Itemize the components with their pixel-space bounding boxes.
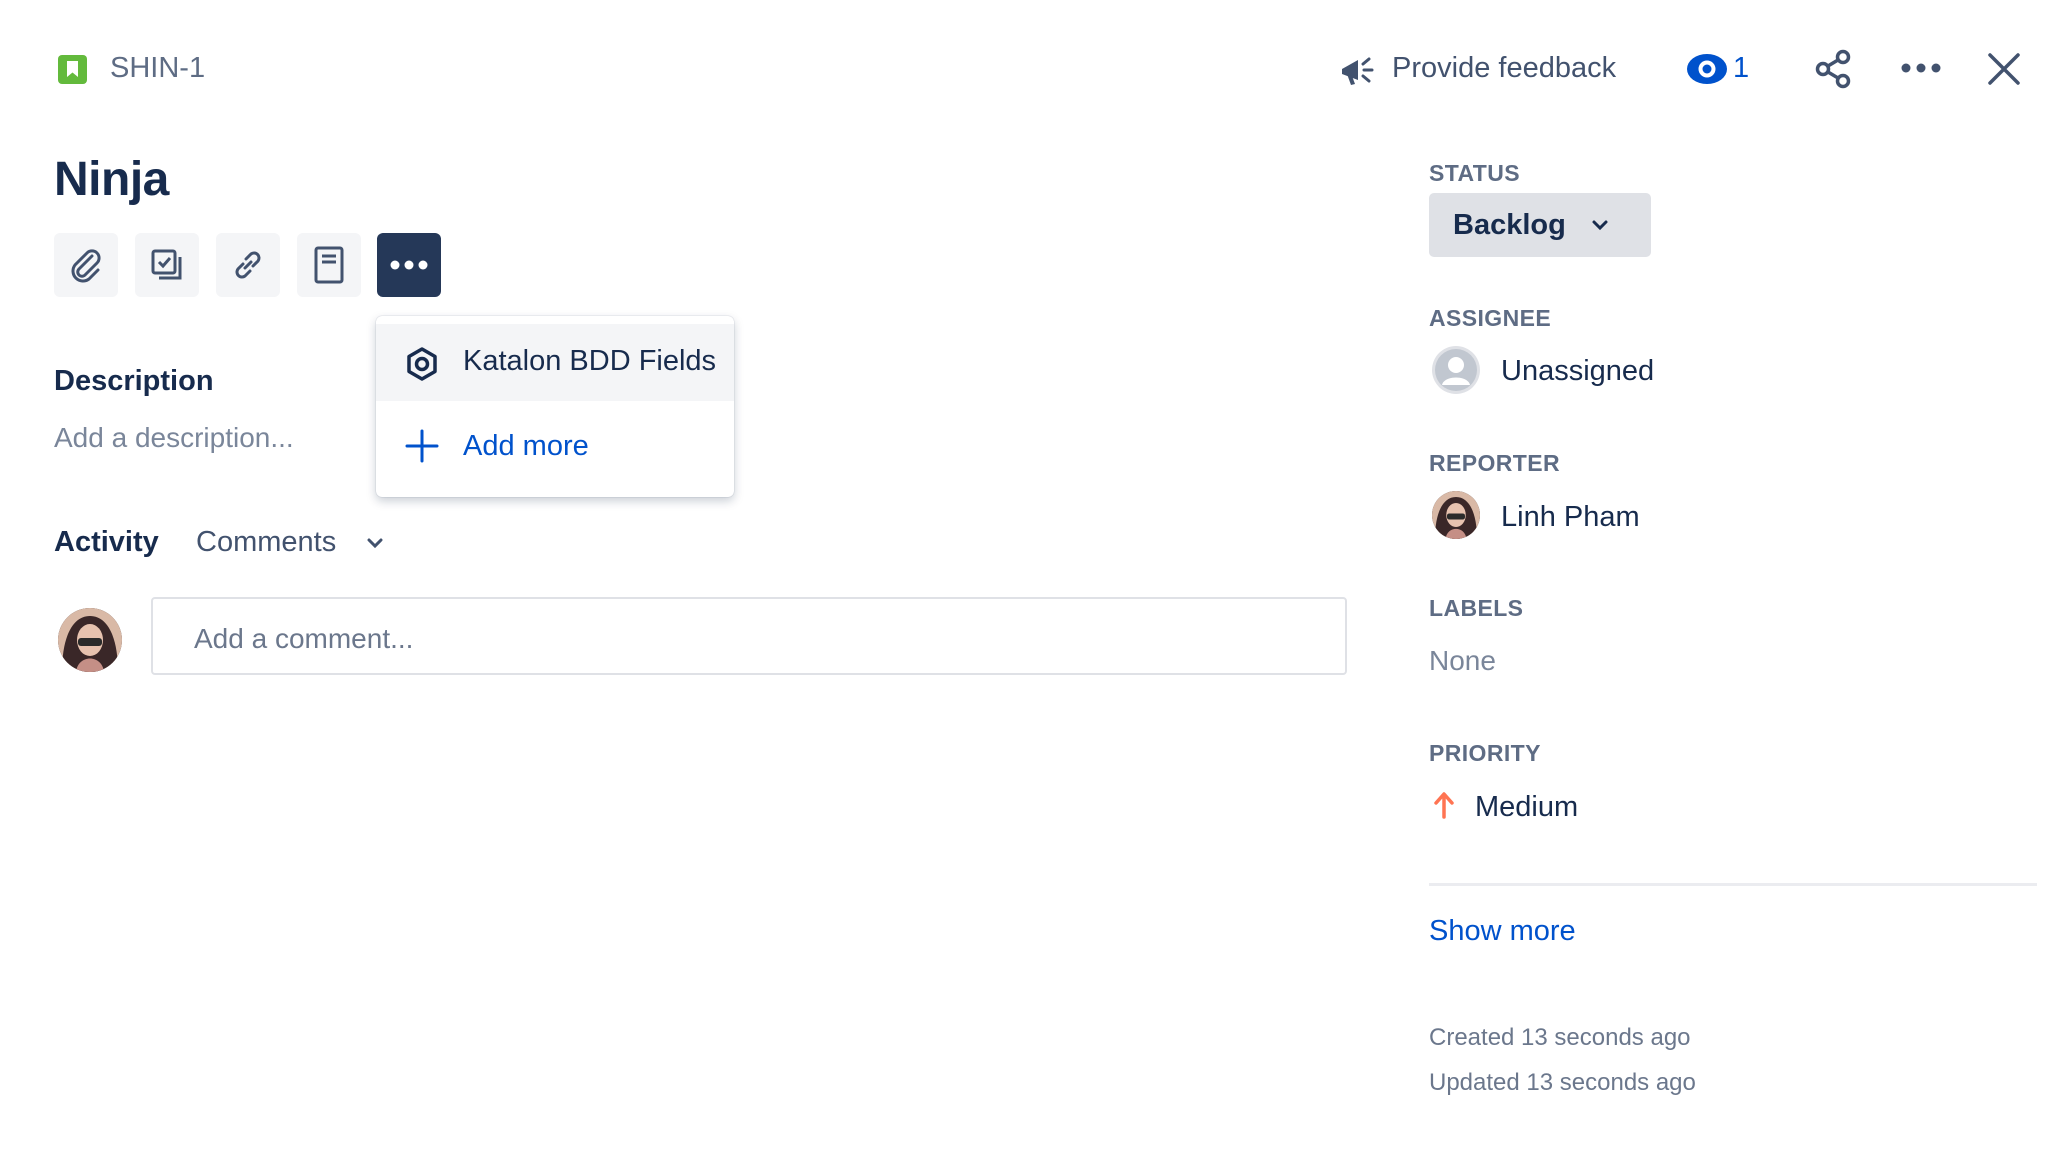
labels-field[interactable]: None [1429,645,1496,677]
share-icon[interactable] [1813,48,1853,90]
issue-key-link[interactable]: SHIN-1 [110,52,205,85]
story-bookmark-icon [58,55,87,84]
watch-count: 1 [1733,52,1750,84]
watchers-button[interactable] [1686,50,1766,90]
description-heading: Description [54,365,214,397]
eye-icon [1686,52,1728,86]
divider [1429,883,2037,886]
menu-item-label: Katalon BDD Fields [463,345,717,377]
status-label: STATUS [1429,160,1520,186]
subtask-icon [151,249,182,280]
menu-item-label: Add more [463,430,589,462]
close-icon[interactable] [1985,50,2023,88]
reporter-field[interactable]: Linh Pham [1429,489,1729,545]
reporter-value: Linh Pham [1501,501,1640,533]
assignee-field[interactable]: Unassigned [1429,343,1729,399]
activity-heading: Activity [54,526,159,558]
activity-filter-label: Comments [196,526,337,558]
hexagon-icon [404,346,440,382]
toolbar-more-menu: Katalon BDD Fields Add more [376,316,734,497]
activity-filter-select[interactable]: Comments [196,526,384,559]
priority-label: PRIORITY [1429,740,1541,766]
attachment-icon [71,249,101,283]
priority-value: Medium [1475,791,1579,823]
reporter-label: REPORTER [1429,450,1560,476]
status-value: Backlog [1453,209,1566,241]
chevron-down-icon [1591,219,1609,231]
current-user-avatar [58,608,122,672]
attach-button[interactable] [54,233,118,297]
more-icon [390,260,428,270]
menu-item-katalon-bdd-fields[interactable]: Katalon BDD Fields [376,324,734,401]
reporter-avatar [1432,491,1480,539]
issue-title[interactable]: Ninja [54,152,169,207]
menu-item-add-more[interactable]: Add more [376,408,734,485]
assignee-label: ASSIGNEE [1429,305,1552,331]
priority-medium-arrow-icon [1434,791,1454,819]
more-actions-icon[interactable] [1900,58,1942,78]
comment-placeholder: Add a comment... [194,623,414,654]
megaphone-icon[interactable] [1338,50,1380,90]
page-icon [314,246,344,284]
issue-type-icon [58,55,87,84]
updated-timestamp: Updated 13 seconds ago [1429,1069,1696,1096]
unassigned-avatar-icon [1431,345,1481,395]
priority-field[interactable]: Medium [1429,783,1689,831]
add-subtask-button[interactable] [135,233,199,297]
description-field[interactable]: Add a description... [54,422,294,454]
labels-label: LABELS [1429,595,1524,621]
show-more-link[interactable]: Show more [1429,915,1576,948]
link-icon [235,251,261,279]
provide-feedback-button[interactable]: Provide feedback [1392,52,1616,85]
comment-input[interactable]: Add a comment... [151,597,1347,675]
created-timestamp: Created 13 seconds ago [1429,1024,1691,1051]
more-toolbar-button[interactable] [377,233,441,297]
plus-icon [404,428,440,464]
chevron-down-icon [366,537,384,549]
status-dropdown[interactable]: Backlog [1429,193,1651,257]
page-button[interactable] [297,233,361,297]
link-issue-button[interactable] [216,233,280,297]
assignee-value: Unassigned [1501,355,1655,387]
